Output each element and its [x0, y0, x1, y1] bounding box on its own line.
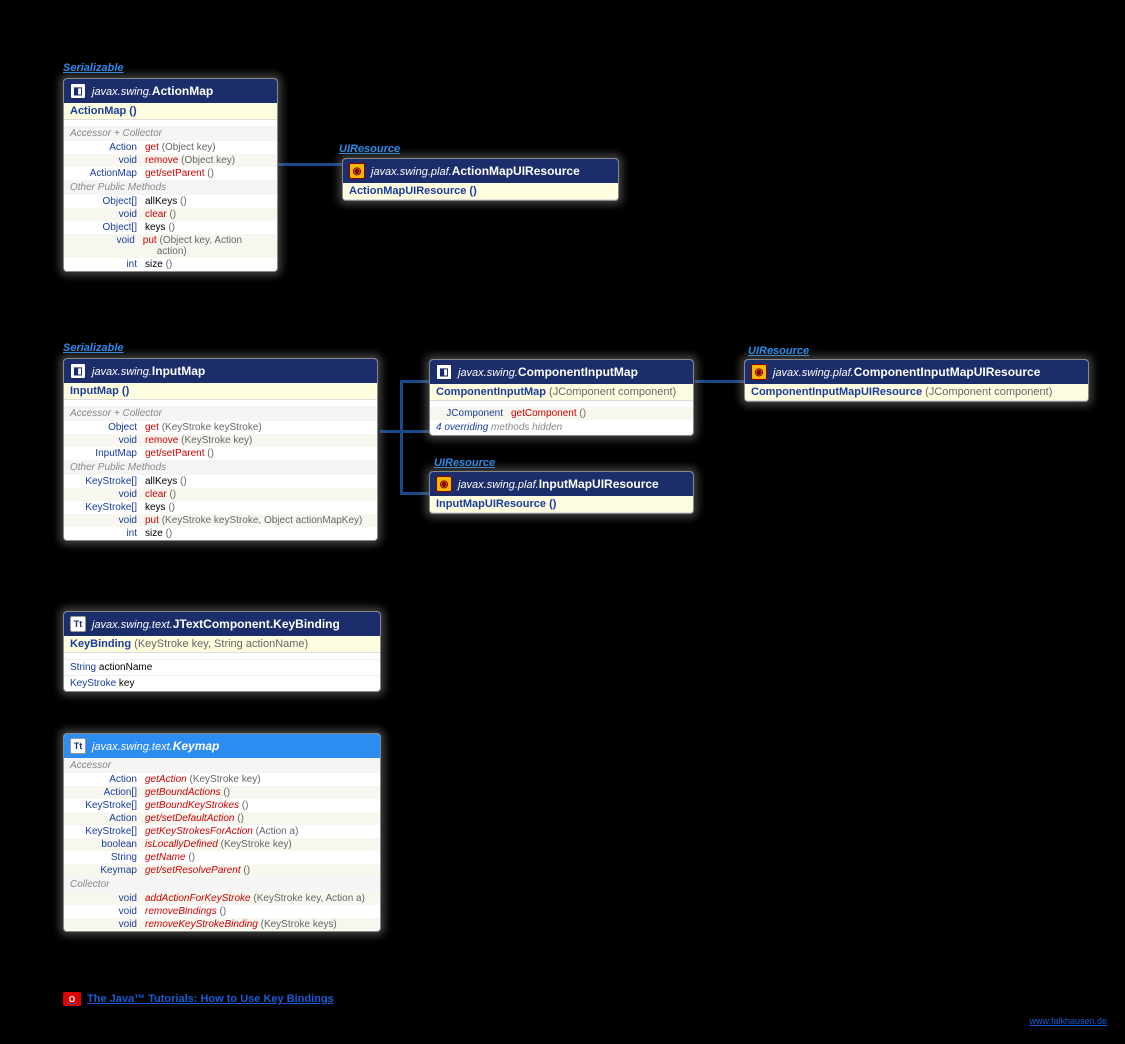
final-class-icon: ◉	[751, 364, 767, 380]
connector	[400, 492, 430, 495]
hidden-methods-note: 4 overriding 4 overriding methods hidden…	[430, 420, 693, 435]
class-icon: ◧	[436, 364, 452, 380]
method-row: voidclear ()	[64, 208, 277, 221]
method-row: intsize ()	[64, 258, 277, 271]
method-row: Keymapget/setResolveParent ()	[64, 864, 380, 877]
class-header: ◉ javax.swing.plaf.ActionMapUIResource	[343, 159, 618, 183]
class-box-inputmap-ui: ◉ javax.swing.plaf.InputMapUIResource In…	[429, 471, 694, 514]
constructor: KeyBinding (KeyStroke key, String action…	[64, 636, 380, 653]
class-header: ◧ javax.swing.ComponentInputMap	[430, 360, 693, 384]
group-label: Other Public Methods	[64, 460, 377, 475]
tutorial-link[interactable]: O The Java™ Tutorials: How to Use Key Bi…	[63, 992, 334, 1006]
class-box-actionmap-ui: ◉ javax.swing.plaf.ActionMapUIResource A…	[342, 158, 619, 201]
class-box-inputmap: ◧ javax.swing.InputMap InputMap () Acces…	[63, 358, 378, 541]
method-row: voidaddActionForKeyStroke (KeyStroke key…	[64, 892, 380, 905]
text-class-icon: Tt	[70, 616, 86, 632]
class-box-keymap: Tt javax.swing.text.Keymap Accessor Acti…	[63, 733, 381, 932]
method-row: StringgetName ()	[64, 851, 380, 864]
group-label: Other Public Methods	[64, 180, 277, 195]
class-icon: ◧	[70, 363, 86, 379]
diagram-canvas: Serializable UIResource Serializable UIR…	[0, 0, 1125, 1044]
constructor: ComponentInputMap (JComponent component)	[430, 384, 693, 401]
method-row: voidclear ()	[64, 488, 377, 501]
method-row: KeyStroke[]getKeyStrokesForAction (Actio…	[64, 825, 380, 838]
class-header: Tt javax.swing.text.JTextComponent.KeyBi…	[64, 612, 380, 636]
method-row: KeyStroke[]keys ()	[64, 501, 377, 514]
site-link[interactable]: www.falkhausen.de	[1029, 1016, 1107, 1026]
serializable-label: Serializable	[63, 62, 124, 74]
class-box-actionmap: ◧ javax.swing.ActionMap ActionMap () Acc…	[63, 78, 278, 272]
constructor: InputMapUIResource ()	[430, 496, 693, 513]
constructor: ComponentInputMapUIResource (JComponent …	[745, 384, 1088, 401]
method-row: ActiongetAction (KeyStroke key)	[64, 773, 380, 786]
field-row: String actionName	[64, 659, 380, 675]
final-class-icon: ◉	[436, 476, 452, 492]
method-row: KeyStroke[]allKeys ()	[64, 475, 377, 488]
group-label: Accessor + Collector	[64, 126, 277, 141]
method-row: booleanisLocallyDefined (KeyStroke key)	[64, 838, 380, 851]
connector	[400, 380, 430, 383]
oracle-icon: O	[63, 992, 81, 1006]
method-row: voidremoveKeyStrokeBinding (KeyStroke ke…	[64, 918, 380, 931]
class-box-componentinputmap: ◧ javax.swing.ComponentInputMap Componen…	[429, 359, 694, 436]
group-label: Accessor + Collector	[64, 406, 377, 421]
method-row: Actionget/setDefaultAction ()	[64, 812, 380, 825]
class-box-componentinputmap-ui: ◉ javax.swing.plaf.ComponentInputMapUIRe…	[744, 359, 1089, 402]
class-box-keybinding: Tt javax.swing.text.JTextComponent.KeyBi…	[63, 611, 381, 692]
method-row: Action[]getBoundActions ()	[64, 786, 380, 799]
class-header: ◧ javax.swing.InputMap	[64, 359, 377, 383]
final-class-icon: ◉	[349, 163, 365, 179]
method-row: Objectget (KeyStroke keyStroke)	[64, 421, 377, 434]
class-icon: ◧	[70, 83, 86, 99]
serializable-label-2: Serializable	[63, 342, 124, 354]
connector	[400, 380, 403, 495]
group-label: Accessor	[64, 758, 380, 773]
method-row: Actionget (Object key)	[64, 141, 277, 154]
constructor: ActionMapUIResource ()	[343, 183, 618, 200]
constructor: ActionMap ()	[64, 103, 277, 120]
connector	[380, 430, 430, 433]
uiresource-label-2: UIResource	[748, 345, 809, 357]
class-header: ◧ javax.swing.ActionMap	[64, 79, 277, 103]
method-row: voidremove (KeyStroke key)	[64, 434, 377, 447]
connector	[278, 163, 348, 166]
method-row: Object[]keys ()	[64, 221, 277, 234]
connector	[695, 380, 745, 383]
uiresource-label: UIResource	[339, 143, 400, 155]
class-header: ◉ javax.swing.plaf.ComponentInputMapUIRe…	[745, 360, 1088, 384]
method-row: Object[]allKeys ()	[64, 195, 277, 208]
method-row: ActionMapget/setParent ()	[64, 167, 277, 180]
method-row: voidremoveBindings ()	[64, 905, 380, 918]
method-row: voidremove (Object key)	[64, 154, 277, 167]
interface-header: Tt javax.swing.text.Keymap	[64, 734, 380, 758]
method-row: JComponentgetComponent ()	[430, 407, 693, 420]
field-row: KeyStroke key	[64, 675, 380, 691]
method-row: KeyStroke[]getBoundKeyStrokes ()	[64, 799, 380, 812]
class-header: ◉ javax.swing.plaf.InputMapUIResource	[430, 472, 693, 496]
text-class-icon: Tt	[70, 738, 86, 754]
uiresource-label-3: UIResource	[434, 457, 495, 469]
method-row: intsize ()	[64, 527, 377, 540]
method-row: InputMapget/setParent ()	[64, 447, 377, 460]
method-row: voidput (KeyStroke keyStroke, Object act…	[64, 514, 377, 527]
constructor: InputMap ()	[64, 383, 377, 400]
method-row: voidput (Object key, Action action)	[64, 234, 277, 258]
group-label: Collector	[64, 877, 380, 892]
